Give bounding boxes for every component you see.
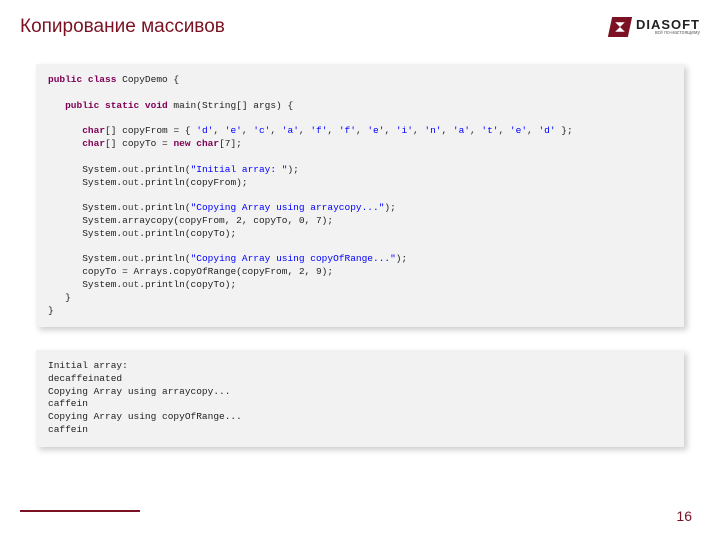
slide-header: Копирование массивов DIASOFT всё по-наст… bbox=[20, 16, 700, 38]
logo-tagline: всё по-настоящему bbox=[636, 31, 700, 36]
code-block: public class CopyDemo { public static vo… bbox=[36, 64, 684, 327]
logo-text: DIASOFT всё по-настоящему bbox=[636, 18, 700, 36]
footer-accent-bar bbox=[20, 510, 140, 512]
slide-title: Копирование массивов bbox=[20, 16, 225, 38]
brand-logo: DIASOFT всё по-настоящему bbox=[610, 17, 700, 37]
logo-mark-icon bbox=[608, 17, 632, 37]
page-number: 16 bbox=[676, 508, 692, 524]
output-block: Initial array: decaffeinated Copying Arr… bbox=[36, 350, 684, 447]
